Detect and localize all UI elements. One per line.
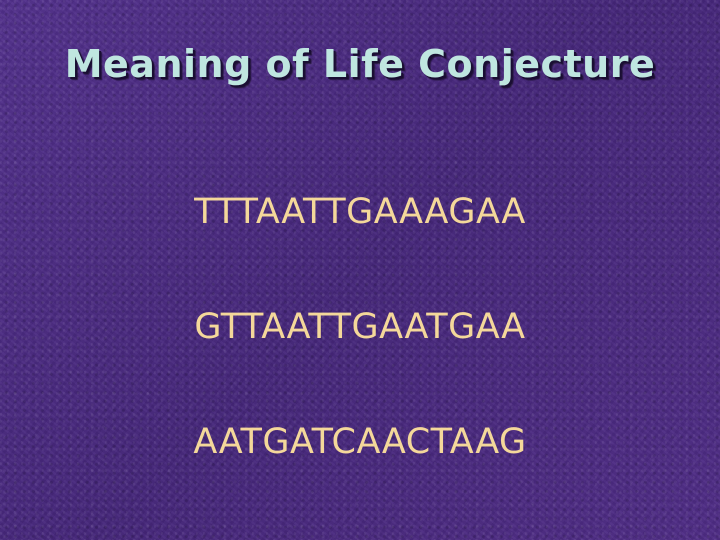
slide-title: Meaning of Life Conjecture — [64, 42, 656, 86]
dna-sequence-2: GTTAATTGAATGAA — [194, 307, 526, 347]
dna-sequence-1: TTTAATTGAAAGAA — [194, 192, 526, 232]
slide: Meaning of Life Conjecture TTTAATTGAAAGA… — [0, 0, 720, 540]
dna-sequence-3: AATGATCAACTAAG — [193, 422, 527, 462]
